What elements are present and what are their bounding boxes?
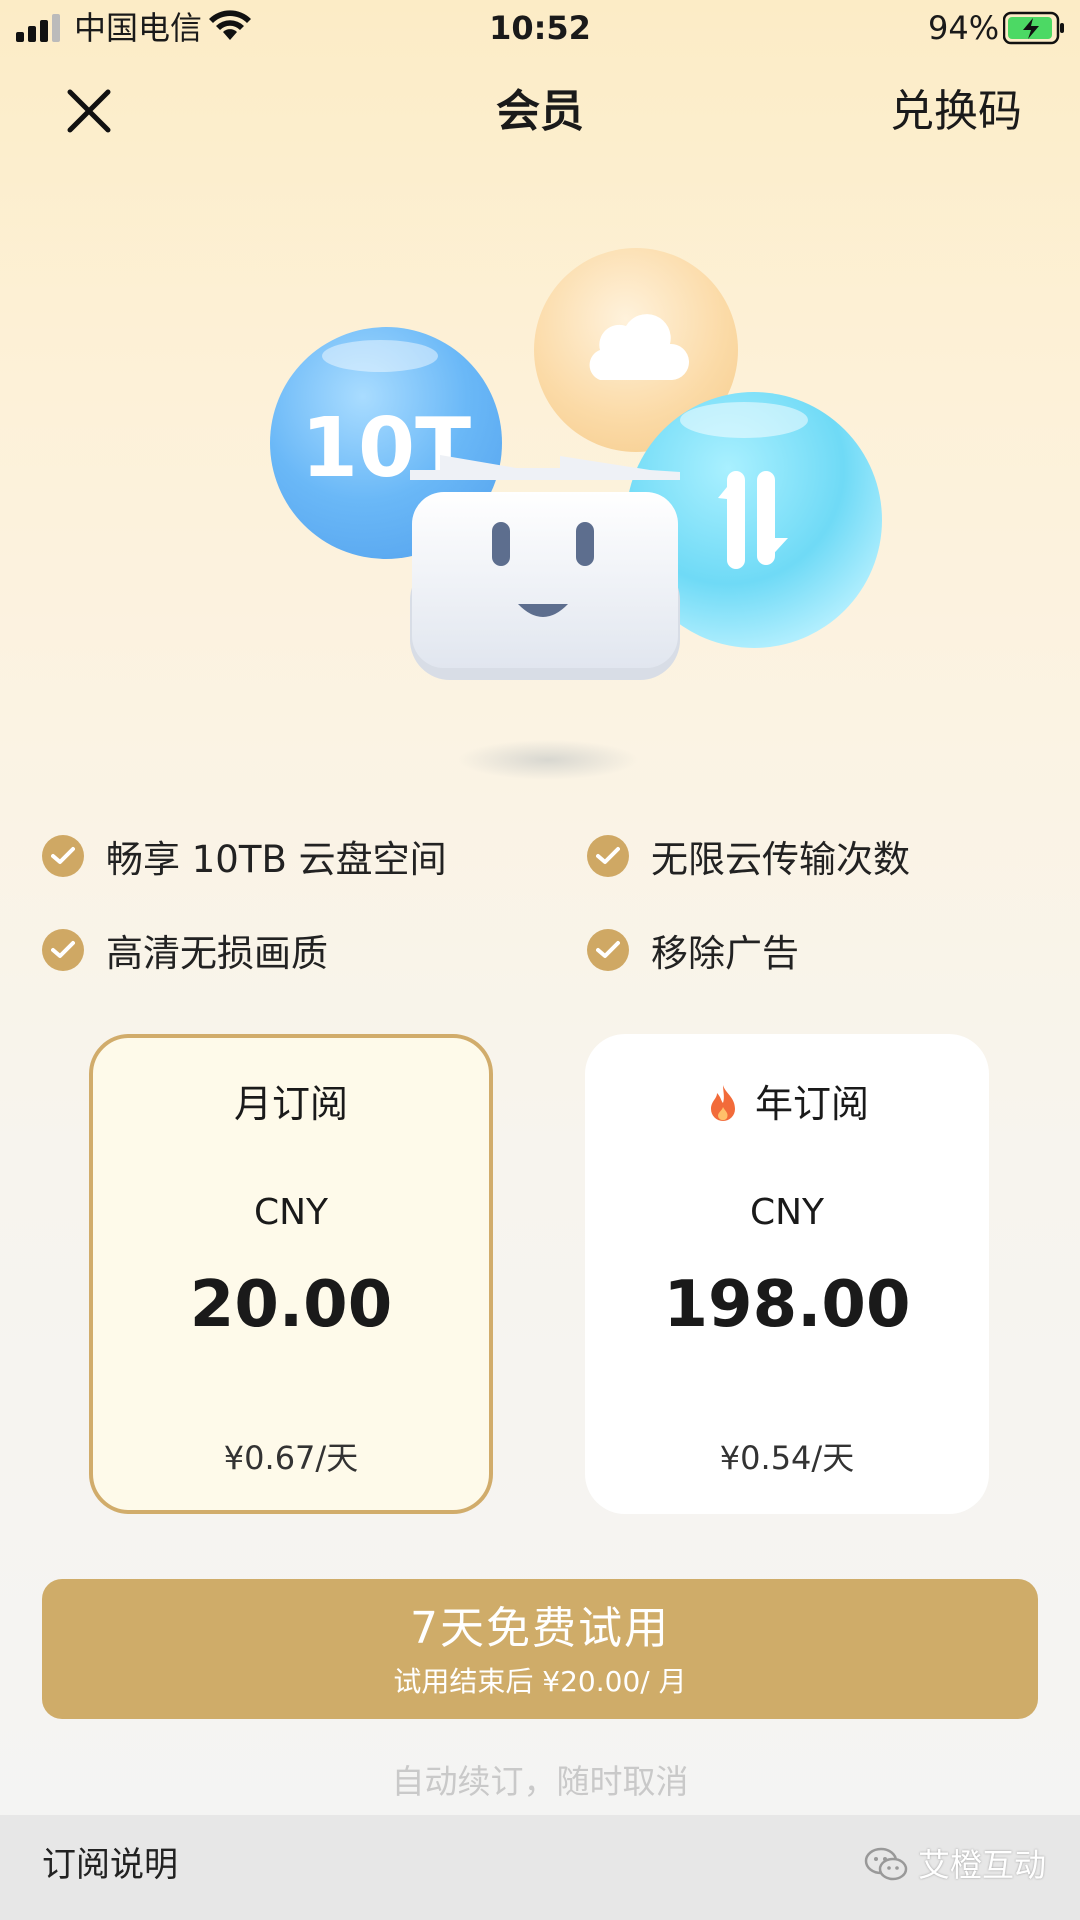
plan-currency: CNY xyxy=(253,1192,329,1233)
free-trial-label: 7天免费试用 xyxy=(410,1603,670,1654)
plan-card-monthly[interactable]: 月订阅 CNY 20.00 ¥0.67/天 xyxy=(89,1034,493,1514)
subscription-info-label: 订阅说明 xyxy=(42,1845,178,1885)
battery-percent: 94% xyxy=(928,9,1000,47)
feature-label: 移除广告 xyxy=(651,932,799,975)
plan-daily-price: ¥0.67/天 xyxy=(223,1439,359,1477)
plan-currency: CNY xyxy=(749,1192,825,1233)
feature-item: 高清无损画质 xyxy=(42,922,328,978)
plan-name: 年订阅 xyxy=(754,1082,869,1126)
clock: 10:52 xyxy=(489,9,591,47)
wechat-icon xyxy=(864,1847,908,1881)
fire-icon xyxy=(710,1085,735,1121)
check-icon xyxy=(587,929,629,971)
plan-price: 20.00 xyxy=(189,1268,393,1342)
check-icon xyxy=(42,929,84,971)
feature-label: 畅享 10TB 云盘空间 xyxy=(106,838,447,881)
feature-label: 无限云传输次数 xyxy=(651,838,910,881)
feature-item: 畅享 10TB 云盘空间 xyxy=(42,828,447,884)
status-bar: 中国电信 10:52 94% xyxy=(0,0,1080,56)
subscription-info-bar[interactable]: 订阅说明 艾橙互动 xyxy=(0,1815,1080,1920)
storage-badge-text: 10T xyxy=(301,401,471,496)
auto-renew-note: 自动续订，随时取消 xyxy=(391,1762,689,1801)
watermark-text: 艾橙互动 xyxy=(917,1846,1046,1884)
plan-daily-price: ¥0.54/天 xyxy=(719,1439,855,1477)
watermark: 艾橙互动 xyxy=(864,1841,1046,1889)
plan-name-row: 年订阅 xyxy=(589,1076,985,1132)
feature-label: 高清无损画质 xyxy=(106,932,328,975)
plan-price: 198.00 xyxy=(663,1268,911,1342)
plan-name: 月订阅 xyxy=(233,1082,348,1126)
membership-illustration: 10T xyxy=(270,248,882,780)
battery-icon xyxy=(1003,11,1064,45)
feature-item: 移除广告 xyxy=(587,922,799,978)
free-trial-button[interactable]: 7天免费试用 试用结束后 ¥20.00/ 月 xyxy=(42,1579,1038,1719)
redeem-code-button[interactable]: 兑换码 xyxy=(890,82,1022,142)
check-icon xyxy=(587,835,629,877)
check-icon xyxy=(42,835,84,877)
plan-card-yearly[interactable]: 年订阅 CNY 198.00 ¥0.54/天 xyxy=(585,1034,989,1514)
free-trial-sublabel: 试用结束后 ¥20.00/ 月 xyxy=(393,1665,687,1698)
feature-item: 无限云传输次数 xyxy=(587,828,910,884)
